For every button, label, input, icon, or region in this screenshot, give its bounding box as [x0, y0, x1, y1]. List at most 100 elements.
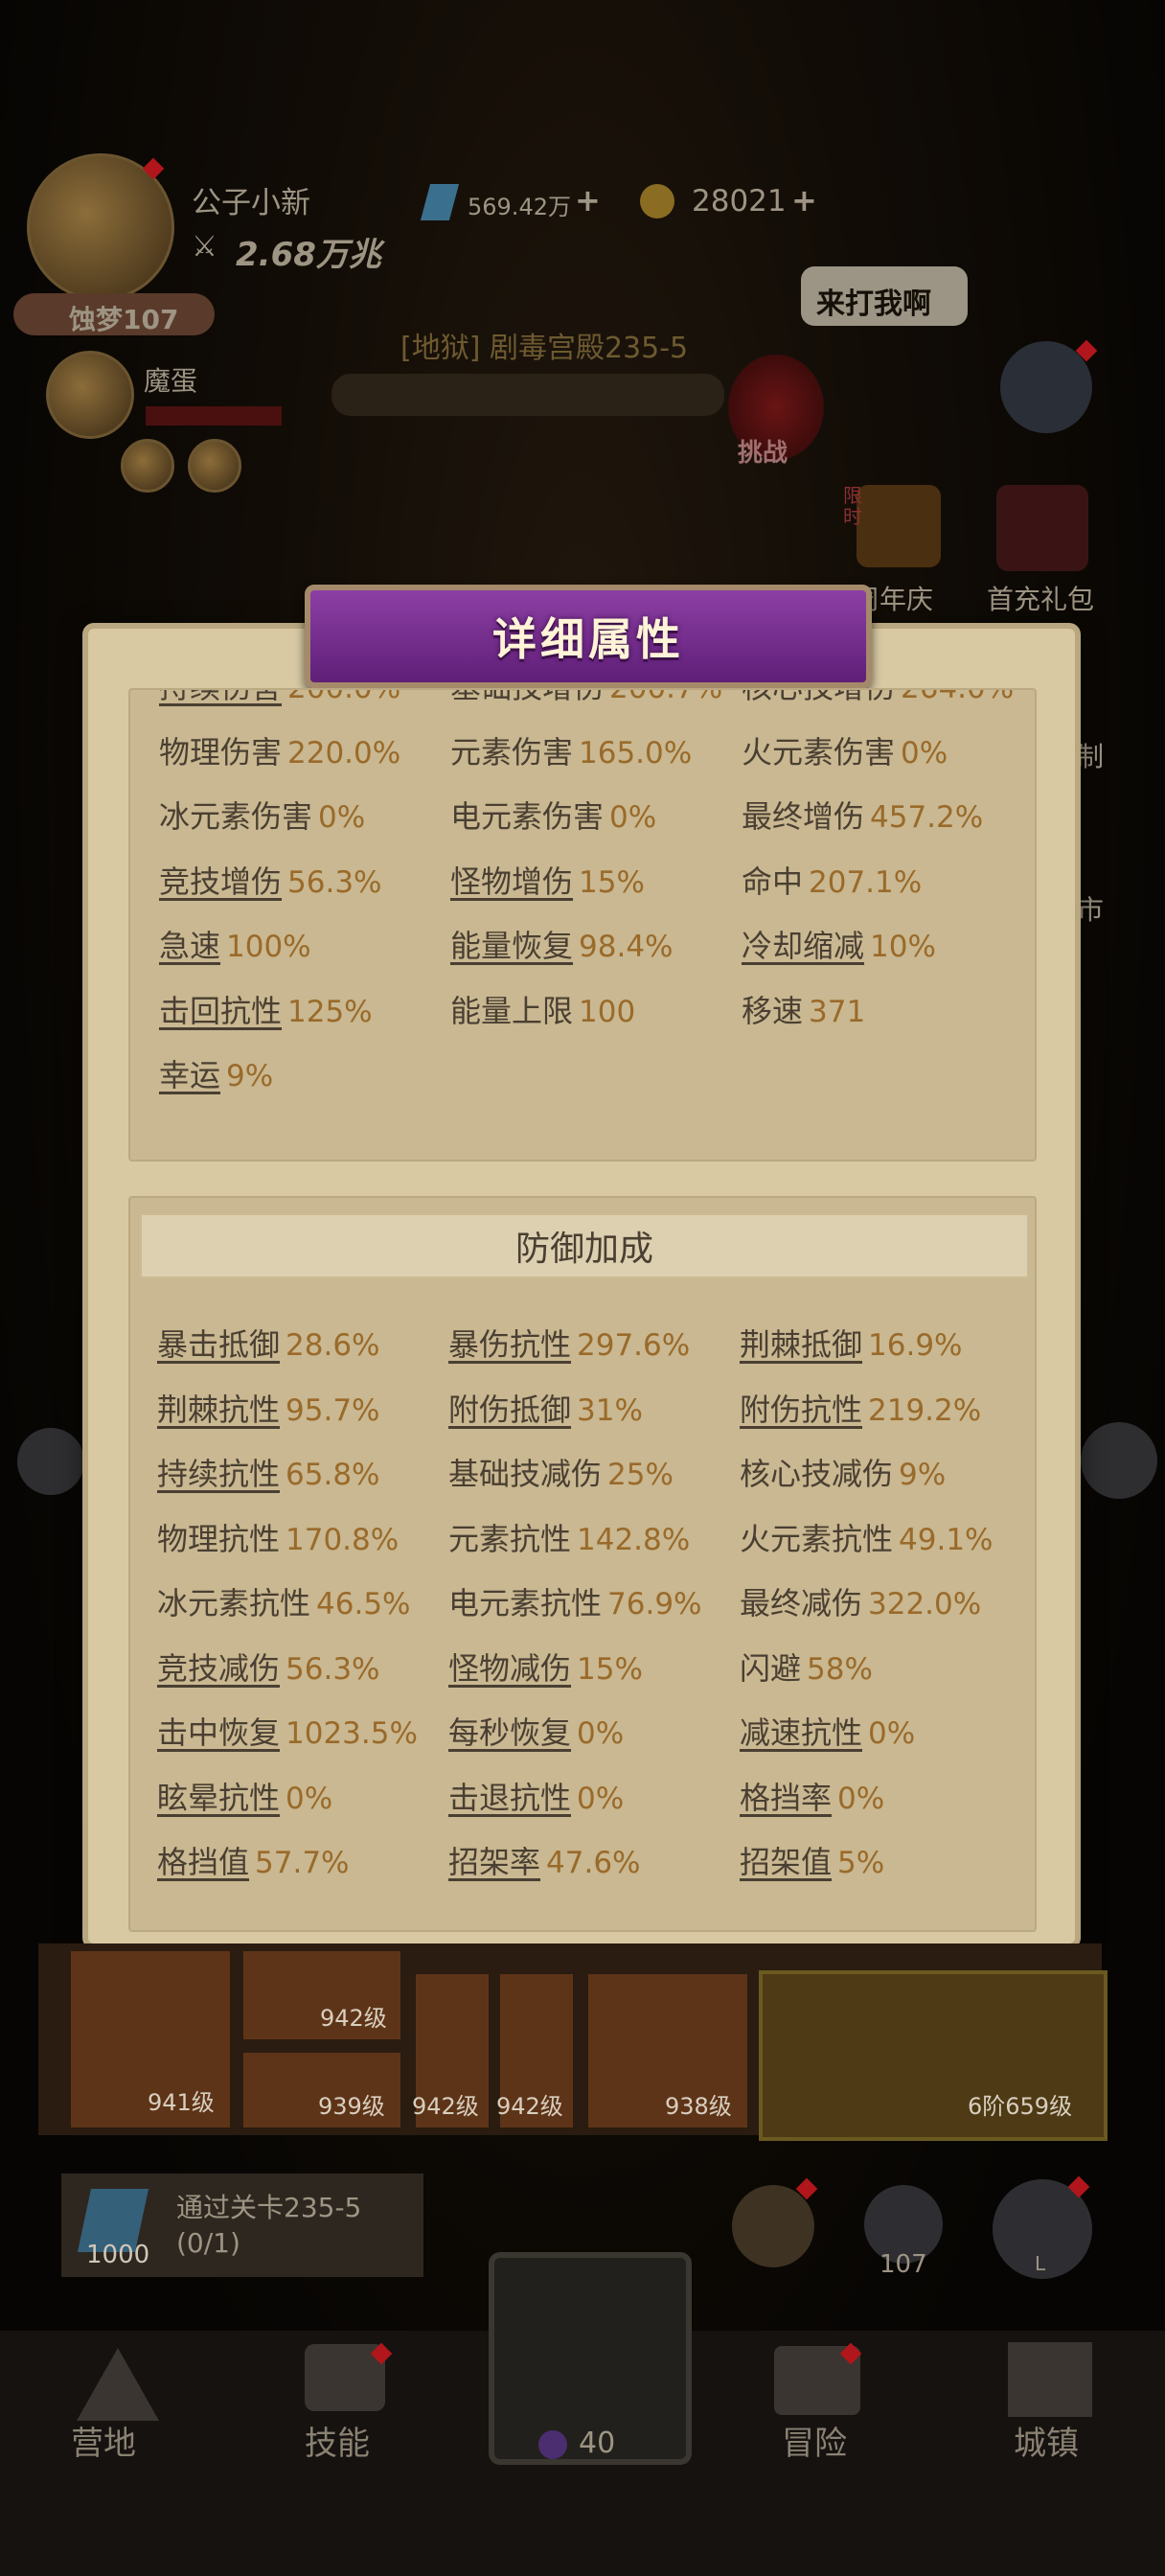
- chat-icon[interactable]: [17, 1428, 84, 1495]
- pet-avatar[interactable]: [46, 351, 134, 439]
- attr-item: 冰元素伤害 0%: [159, 793, 365, 837]
- gold-add-icon[interactable]: +: [791, 182, 817, 218]
- attr-item[interactable]: 持续抗性 65.8%: [157, 1450, 380, 1494]
- attr-value: 297.6%: [577, 1328, 691, 1363]
- attr-name[interactable]: 暴击抵御: [157, 1326, 280, 1363]
- attr-value: 10%: [870, 930, 936, 964]
- attr-item: 最终减伤 322.0%: [740, 1579, 981, 1623]
- attr-name[interactable]: 能量恢复: [450, 928, 573, 964]
- player-power: 2.68万兆: [236, 236, 381, 274]
- attr-name[interactable]: 招架率: [448, 1844, 540, 1880]
- attr-item[interactable]: 能量恢复 98.4%: [450, 922, 674, 966]
- attr-name: 元素抗性: [448, 1520, 572, 1557]
- attr-name[interactable]: 击回抗性: [159, 993, 282, 1029]
- attr-item: 移速 371: [742, 987, 865, 1031]
- attr-item[interactable]: 减速抗性 0%: [740, 1709, 915, 1753]
- attr-name[interactable]: 冷却缩减: [742, 928, 864, 964]
- attr-value: 56.3%: [287, 864, 382, 900]
- nav-adventure[interactable]: 冒险: [782, 2417, 847, 2464]
- attr-item[interactable]: 招架率 47.6%: [448, 1838, 641, 1882]
- attr-item: 命中 207.1%: [742, 858, 922, 902]
- gear-count: 107: [879, 2250, 927, 2279]
- attr-item: 火元素伤害 0%: [742, 728, 948, 772]
- equip-level-6: 6阶659级: [968, 2093, 1073, 2120]
- attr-name[interactable]: 幸运: [159, 1057, 220, 1093]
- attr-name[interactable]: 持续抗性: [157, 1456, 280, 1492]
- attr-name: 闪避: [740, 1649, 802, 1687]
- attr-name[interactable]: 附伤抵御: [448, 1392, 571, 1428]
- attr-item[interactable]: 眩晕抗性 0%: [157, 1774, 332, 1818]
- nav-camp[interactable]: 营地: [71, 2417, 136, 2464]
- attr-name: 火元素伤害: [742, 733, 896, 770]
- attr-item[interactable]: 持续伤害 200.0%: [159, 688, 401, 707]
- nav-town[interactable]: 城镇: [1014, 2417, 1079, 2464]
- attr-item[interactable]: 怪物减伤 15%: [448, 1644, 643, 1689]
- attr-name[interactable]: 招架值: [740, 1844, 832, 1880]
- skill-slot-2[interactable]: [188, 439, 241, 493]
- attr-value: 16.9%: [868, 1328, 963, 1363]
- attr-value: 57.7%: [255, 1846, 350, 1880]
- nav-skills[interactable]: 技能: [305, 2417, 370, 2464]
- defense-attr-list[interactable]: 暴击抵御 28.6% 暴伤抗性 297.6% 荆棘抵御 16.9% 荆棘抗性 95.7% 附伤抵…: [128, 1196, 1033, 1928]
- attr-item[interactable]: 幸运 9%: [159, 1051, 273, 1095]
- attr-item[interactable]: 招架值 5%: [740, 1838, 884, 1882]
- attr-name[interactable]: 荆棘抵御: [740, 1326, 862, 1363]
- attr-name[interactable]: 急速: [159, 928, 220, 964]
- attr-value: 200.0%: [287, 688, 401, 705]
- attr-name[interactable]: 格挡值: [157, 1844, 249, 1880]
- attr-item[interactable]: 每秒恢复 0%: [448, 1709, 624, 1753]
- town-castle-icon[interactable]: [1008, 2342, 1092, 2417]
- stage-progress-track: [331, 374, 724, 416]
- attr-value: 9%: [226, 1059, 274, 1093]
- attr-item[interactable]: 急速 100%: [159, 922, 311, 966]
- attr-value: 0%: [577, 1716, 625, 1751]
- attr-item[interactable]: 暴击抵御 28.6%: [157, 1321, 380, 1365]
- attr-value: 49.1%: [899, 1522, 994, 1557]
- attr-item[interactable]: 荆棘抵御 16.9%: [740, 1321, 963, 1365]
- gold-coin-icon: [640, 184, 674, 218]
- skill-slot-1[interactable]: [121, 439, 174, 493]
- attr-name[interactable]: 击中恢复: [157, 1714, 280, 1751]
- attr-item[interactable]: 击回抗性 125%: [159, 987, 373, 1031]
- attr-name[interactable]: 格挡率: [740, 1780, 832, 1816]
- attr-name[interactable]: 荆棘抗性: [157, 1392, 280, 1428]
- attr-name[interactable]: 眩晕抗性: [157, 1780, 280, 1816]
- settings-gear-icon[interactable]: [1000, 341, 1092, 433]
- first-recharge-icon[interactable]: [996, 485, 1088, 571]
- attr-item[interactable]: 怪物增伤 15%: [450, 858, 645, 902]
- attr-value: 0%: [868, 1716, 916, 1751]
- anniversary-icon[interactable]: [857, 485, 941, 567]
- offense-attr-list[interactable]: 持续伤害 200.0% 基础技增伤 200.7% 核心技增伤 264.0% 物理伤害220.…: [130, 690, 1035, 1160]
- attr-value: 165.0%: [579, 735, 693, 770]
- attr-item[interactable]: 暴伤抗性 297.6%: [448, 1321, 690, 1365]
- attr-name: 基础技增伤: [450, 690, 604, 705]
- attr-item[interactable]: 格挡值 57.7%: [157, 1838, 350, 1882]
- crystal-add-icon[interactable]: +: [575, 182, 601, 218]
- auto-battle-icon[interactable]: [1081, 1422, 1157, 1499]
- attr-name[interactable]: 击退抗性: [448, 1780, 571, 1816]
- attr-name[interactable]: 竞技增伤: [159, 863, 282, 900]
- attr-name[interactable]: 每秒恢复: [448, 1714, 571, 1751]
- attr-item[interactable]: 格挡率 0%: [740, 1774, 884, 1818]
- battle-energy: 40: [579, 2426, 616, 2460]
- attr-name[interactable]: 怪物减伤: [448, 1650, 571, 1687]
- attr-value: 1023.5%: [286, 1716, 418, 1751]
- attr-item[interactable]: 荆棘抗性 95.7%: [157, 1386, 380, 1430]
- refresh-button[interactable]: [732, 2185, 814, 2267]
- attr-item[interactable]: 击中恢复 1023.5%: [157, 1709, 418, 1753]
- attr-name[interactable]: 怪物增伤: [450, 863, 573, 900]
- attr-name[interactable]: 暴伤抗性: [448, 1326, 571, 1363]
- attr-item[interactable]: 击退抗性 0%: [448, 1774, 624, 1818]
- attr-item[interactable]: 竞技增伤 56.3%: [159, 858, 382, 902]
- attr-item[interactable]: 附伤抵御 31%: [448, 1386, 643, 1430]
- attr-item[interactable]: 竞技减伤 56.3%: [157, 1644, 380, 1689]
- attr-name[interactable]: 持续伤害: [159, 690, 282, 705]
- attr-name[interactable]: 减速抗性: [740, 1714, 862, 1751]
- attr-item: 基础技增伤 200.7%: [450, 690, 722, 707]
- attr-name[interactable]: 竞技减伤: [157, 1650, 280, 1687]
- attr-name: 物理伤害: [159, 733, 283, 770]
- attr-item[interactable]: 冷却缩减 10%: [742, 922, 936, 966]
- attr-value: 170.8%: [286, 1522, 400, 1557]
- attr-item[interactable]: 附伤抗性 219.2%: [740, 1386, 981, 1430]
- attr-name[interactable]: 附伤抗性: [740, 1392, 862, 1428]
